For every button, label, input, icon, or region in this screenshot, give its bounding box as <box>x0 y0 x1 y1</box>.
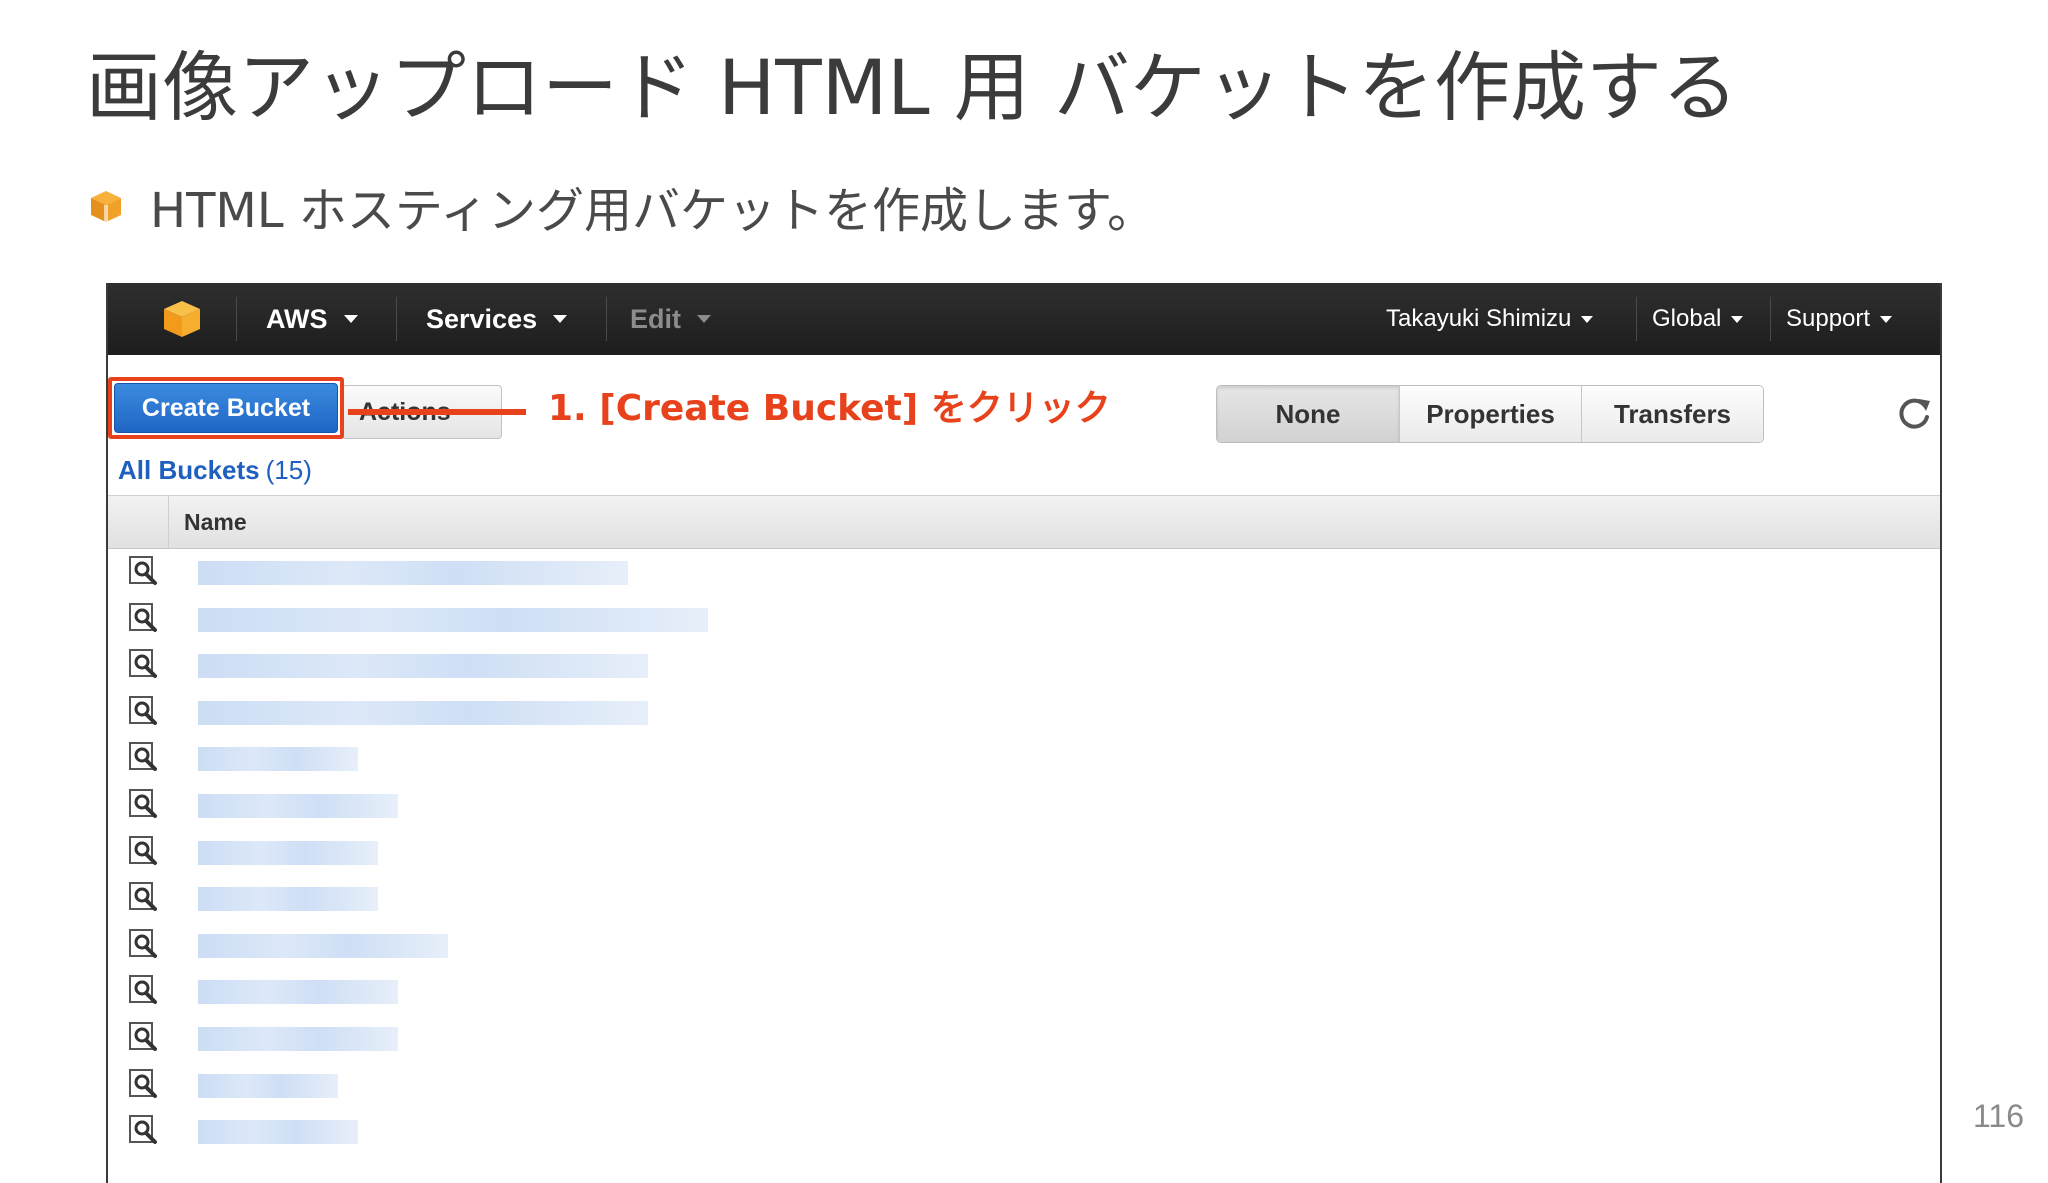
table-row[interactable] <box>108 1062 1940 1109</box>
bucket-magnifier-icon[interactable] <box>128 555 160 587</box>
table-header: Name <box>108 495 1940 549</box>
bucket-name-blurred[interactable] <box>198 887 378 912</box>
refresh-icon[interactable] <box>1894 393 1934 433</box>
bucket-name-blurred[interactable] <box>198 654 648 679</box>
column-header-name[interactable]: Name <box>184 496 247 548</box>
bucket-name-blurred[interactable] <box>198 980 398 1005</box>
nav-edit-menu[interactable]: Edit <box>630 283 711 355</box>
page-number: 116 <box>1972 1098 2024 1134</box>
table-row[interactable] <box>108 1108 1940 1155</box>
table-row[interactable] <box>108 549 1940 596</box>
nav-region-menu[interactable]: Global <box>1652 283 1744 355</box>
table-row[interactable] <box>108 642 1940 689</box>
nav-aws-label: AWS <box>266 303 328 334</box>
bucket-magnifier-icon[interactable] <box>128 928 160 960</box>
bucket-list <box>108 549 1940 1155</box>
bucket-name-blurred[interactable] <box>198 840 378 865</box>
bucket-magnifier-icon[interactable] <box>128 1114 160 1146</box>
nav-divider <box>1636 297 1637 341</box>
table-row[interactable] <box>108 689 1940 736</box>
table-row[interactable] <box>108 782 1940 829</box>
table-row[interactable] <box>108 875 1940 922</box>
table-row[interactable] <box>108 596 1940 643</box>
chevron-down-icon <box>1880 315 1893 323</box>
annotation-callout: 1. [Create Bucket] をクリック <box>548 388 1111 429</box>
chevron-down-icon <box>343 315 358 323</box>
bucket-name-blurred[interactable] <box>198 1026 398 1051</box>
bucket-magnifier-icon[interactable] <box>128 1021 160 1053</box>
view-toggle: None Properties Transfers <box>1216 385 1764 443</box>
bucket-magnifier-icon[interactable] <box>128 741 160 773</box>
nav-aws-menu[interactable]: AWS <box>266 283 358 355</box>
tab-none[interactable]: None <box>1217 386 1399 442</box>
table-row[interactable] <box>108 735 1940 782</box>
select-column-header <box>108 496 169 548</box>
all-buckets-label: All Buckets <box>118 455 260 485</box>
aws-cube-icon[interactable] <box>160 297 204 341</box>
bucket-name-blurred[interactable] <box>198 1120 358 1145</box>
bucket-magnifier-icon[interactable] <box>128 602 160 634</box>
tab-transfers[interactable]: Transfers <box>1581 386 1763 442</box>
bucket-magnifier-icon[interactable] <box>128 1068 160 1100</box>
bucket-name-blurred[interactable] <box>198 793 398 818</box>
bucket-name-blurred[interactable] <box>198 700 648 725</box>
chevron-down-icon <box>1731 315 1744 323</box>
nav-region-label: Global <box>1652 305 1722 332</box>
chevron-down-icon <box>1581 315 1594 323</box>
bullet-row: HTML ホスティング用バケットを作成します。 <box>88 176 1155 239</box>
bullet-text: HTML ホスティング用バケットを作成します。 <box>150 183 1156 239</box>
create-bucket-highlight <box>108 377 344 439</box>
bucket-name-blurred[interactable] <box>198 607 708 632</box>
nav-divider <box>396 297 397 341</box>
chevron-down-icon <box>697 315 711 323</box>
bucket-magnifier-icon[interactable] <box>128 835 160 867</box>
nav-services-menu[interactable]: Services <box>426 283 568 355</box>
nav-support-menu[interactable]: Support <box>1786 283 1893 355</box>
slide-title: 画像アップロード HTML 用 バケットを作成する <box>86 43 1738 132</box>
nav-user-label: Takayuki Shimizu <box>1386 305 1572 332</box>
bucket-name-blurred[interactable] <box>198 561 628 585</box>
table-row[interactable] <box>108 829 1940 876</box>
bucket-magnifier-icon[interactable] <box>128 695 160 727</box>
box-icon <box>91 191 121 222</box>
all-buckets-breadcrumb[interactable]: All Buckets (15) <box>118 455 312 486</box>
nav-user-menu[interactable]: Takayuki Shimizu <box>1386 283 1594 355</box>
table-row[interactable] <box>108 968 1940 1015</box>
table-row[interactable] <box>108 922 1940 969</box>
nav-support-label: Support <box>1786 305 1871 332</box>
bucket-count: (15) <box>265 455 312 485</box>
nav-divider <box>606 297 607 341</box>
table-row[interactable] <box>108 1015 1940 1062</box>
tab-properties[interactable]: Properties <box>1399 386 1581 442</box>
nav-edit-label: Edit <box>630 303 681 334</box>
bucket-magnifier-icon[interactable] <box>128 788 160 820</box>
bucket-magnifier-icon[interactable] <box>128 881 160 913</box>
top-navigation-bar: AWS Services Edit Takayuki Shimizu Globa… <box>108 283 1940 355</box>
annotation-connector <box>348 409 526 415</box>
nav-services-label: Services <box>426 303 538 334</box>
bucket-name-blurred[interactable] <box>198 747 358 772</box>
nav-divider <box>1770 297 1771 341</box>
bucket-name-blurred[interactable] <box>198 1073 338 1098</box>
chevron-down-icon <box>553 315 568 323</box>
nav-divider <box>236 297 237 341</box>
bucket-magnifier-icon[interactable] <box>128 648 160 680</box>
bucket-name-blurred[interactable] <box>198 933 448 958</box>
aws-console-screenshot: AWS Services Edit Takayuki Shimizu Globa… <box>106 283 1942 1183</box>
bucket-magnifier-icon[interactable] <box>128 974 160 1006</box>
